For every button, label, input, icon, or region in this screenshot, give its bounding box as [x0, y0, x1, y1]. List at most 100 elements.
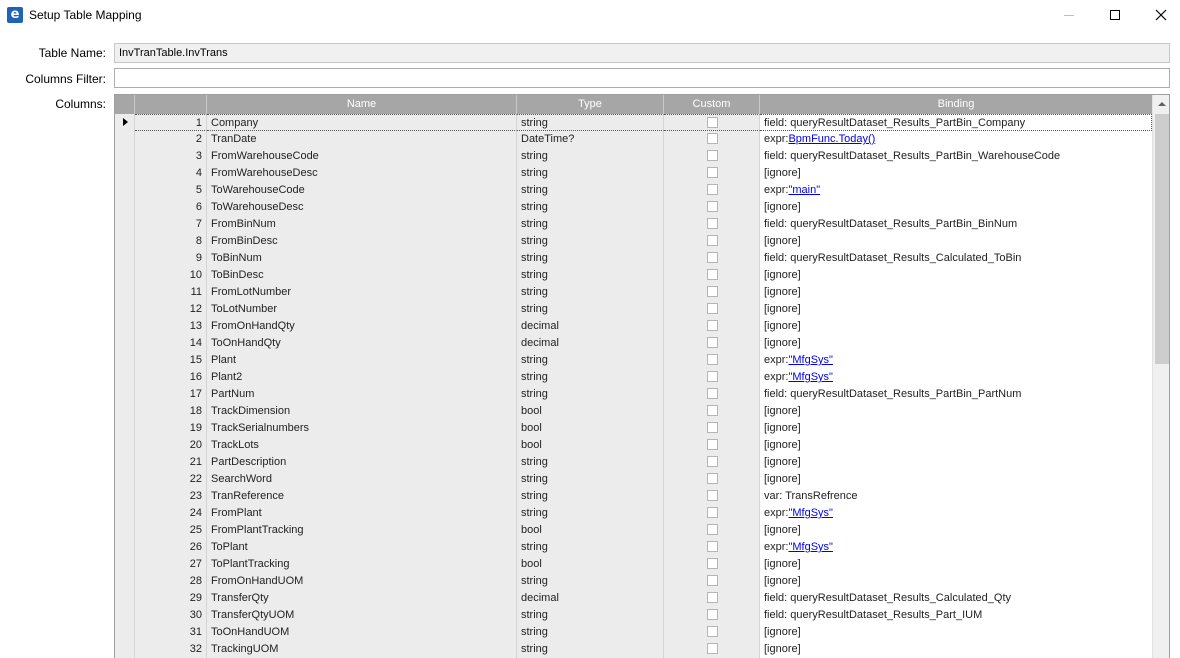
- row-selector[interactable]: [115, 471, 135, 488]
- custom-checkbox[interactable]: [707, 643, 718, 654]
- table-row[interactable]: 24 FromPlant string expr:"MfgSys": [115, 505, 1152, 522]
- binding-cell[interactable]: [ignore]: [760, 267, 1152, 284]
- row-selector[interactable]: [115, 386, 135, 403]
- custom-checkbox[interactable]: [707, 117, 718, 128]
- binding-cell[interactable]: [ignore]: [760, 641, 1152, 658]
- custom-checkbox[interactable]: [707, 320, 718, 331]
- maximize-button[interactable]: [1092, 0, 1138, 30]
- custom-checkbox[interactable]: [707, 371, 718, 382]
- row-selector[interactable]: [115, 539, 135, 556]
- row-selector[interactable]: [115, 556, 135, 573]
- binding-expression-link[interactable]: "MfgSys": [788, 507, 832, 519]
- table-row[interactable]: 20 TrackLots bool [ignore]: [115, 437, 1152, 454]
- custom-checkbox[interactable]: [707, 167, 718, 178]
- binding-cell[interactable]: [ignore]: [760, 403, 1152, 420]
- custom-checkbox[interactable]: [707, 473, 718, 484]
- row-selector[interactable]: [115, 165, 135, 182]
- row-selector[interactable]: [115, 250, 135, 267]
- row-selector[interactable]: [115, 488, 135, 505]
- table-row[interactable]: 11 FromLotNumber string [ignore]: [115, 284, 1152, 301]
- custom-checkbox[interactable]: [707, 575, 718, 586]
- binding-expression-link[interactable]: "MfgSys": [788, 541, 832, 553]
- row-selector[interactable]: [115, 148, 135, 165]
- binding-cell[interactable]: [ignore]: [760, 284, 1152, 301]
- row-selector[interactable]: [115, 454, 135, 471]
- table-row[interactable]: 29 TransferQty decimal field: queryResultDa…: [115, 590, 1152, 607]
- row-selector[interactable]: [115, 437, 135, 454]
- row-selector[interactable]: [115, 335, 135, 352]
- row-selector[interactable]: [115, 267, 135, 284]
- binding-cell[interactable]: var: TransRefrence: [760, 488, 1152, 505]
- table-row[interactable]: 8 FromBinDesc string [ignore]: [115, 233, 1152, 250]
- row-selector[interactable]: [115, 114, 135, 131]
- binding-cell[interactable]: field: queryResultDataset_Results_PartBi…: [760, 386, 1152, 403]
- custom-checkbox[interactable]: [707, 303, 718, 314]
- table-row[interactable]: 1 Company string field: queryResultDataset_…: [115, 114, 1152, 131]
- custom-checkbox[interactable]: [707, 439, 718, 450]
- custom-checkbox[interactable]: [707, 541, 718, 552]
- custom-checkbox[interactable]: [707, 592, 718, 603]
- table-row[interactable]: 28 FromOnHandUOM string [ignore]: [115, 573, 1152, 590]
- row-selector[interactable]: [115, 182, 135, 199]
- binding-cell[interactable]: [ignore]: [760, 556, 1152, 573]
- header-binding[interactable]: Binding: [760, 95, 1152, 114]
- binding-cell[interactable]: [ignore]: [760, 471, 1152, 488]
- custom-checkbox[interactable]: [707, 388, 718, 399]
- binding-expression-link[interactable]: "MfgSys": [788, 371, 832, 383]
- custom-checkbox[interactable]: [707, 524, 718, 535]
- row-selector[interactable]: [115, 624, 135, 641]
- row-selector[interactable]: [115, 352, 135, 369]
- table-row[interactable]: 16 Plant2 string expr:"MfgSys": [115, 369, 1152, 386]
- row-selector[interactable]: [115, 403, 135, 420]
- custom-checkbox[interactable]: [707, 252, 718, 263]
- binding-expression-link[interactable]: "main": [788, 184, 820, 196]
- custom-checkbox[interactable]: [707, 422, 718, 433]
- row-selector[interactable]: [115, 522, 135, 539]
- custom-checkbox[interactable]: [707, 558, 718, 569]
- binding-cell[interactable]: field: queryResultDataset_Results_PartBi…: [760, 216, 1152, 233]
- binding-cell[interactable]: expr:"MfgSys": [760, 539, 1152, 556]
- table-row[interactable]: 7 FromBinNum string field: queryResultDatas…: [115, 216, 1152, 233]
- table-row[interactable]: 2 TranDate DateTime? expr:BpmFunc.Today(): [115, 131, 1152, 148]
- close-button[interactable]: [1138, 0, 1180, 30]
- table-row[interactable]: 26 ToPlant string expr:"MfgSys": [115, 539, 1152, 556]
- row-selector[interactable]: [115, 233, 135, 250]
- binding-cell[interactable]: [ignore]: [760, 522, 1152, 539]
- minimize-button[interactable]: [1046, 0, 1092, 30]
- row-selector[interactable]: [115, 369, 135, 386]
- vertical-scrollbar[interactable]: [1152, 95, 1169, 658]
- table-row[interactable]: 3 FromWarehouseCode string field: queryResu…: [115, 148, 1152, 165]
- custom-checkbox[interactable]: [707, 405, 718, 416]
- custom-checkbox[interactable]: [707, 218, 718, 229]
- binding-cell[interactable]: [ignore]: [760, 199, 1152, 216]
- row-selector[interactable]: [115, 420, 135, 437]
- table-row[interactable]: 18 TrackDimension bool [ignore]: [115, 403, 1152, 420]
- table-row[interactable]: 32 TrackingUOM string [ignore]: [115, 641, 1152, 658]
- custom-checkbox[interactable]: [707, 507, 718, 518]
- binding-expression-link[interactable]: BpmFunc.Today(): [788, 133, 875, 145]
- binding-cell[interactable]: [ignore]: [760, 165, 1152, 182]
- custom-checkbox[interactable]: [707, 490, 718, 501]
- header-custom[interactable]: Custom: [664, 95, 760, 114]
- binding-cell[interactable]: expr:BpmFunc.Today(): [760, 131, 1152, 148]
- binding-cell[interactable]: [ignore]: [760, 437, 1152, 454]
- table-name-field[interactable]: InvTranTable.InvTrans: [114, 43, 1170, 63]
- table-row[interactable]: 4 FromWarehouseDesc string [ignore]: [115, 165, 1152, 182]
- row-selector[interactable]: [115, 199, 135, 216]
- header-type[interactable]: Type: [517, 95, 664, 114]
- row-selector[interactable]: [115, 318, 135, 335]
- table-row[interactable]: 9 ToBinNum string field: queryResultDataset…: [115, 250, 1152, 267]
- table-row[interactable]: 27 ToPlantTracking bool [ignore]: [115, 556, 1152, 573]
- custom-checkbox[interactable]: [707, 626, 718, 637]
- binding-cell[interactable]: [ignore]: [760, 573, 1152, 590]
- table-row[interactable]: 14 ToOnHandQty decimal [ignore]: [115, 335, 1152, 352]
- table-row[interactable]: 23 TranReference string var: TransRefrence: [115, 488, 1152, 505]
- binding-cell[interactable]: [ignore]: [760, 335, 1152, 352]
- table-row[interactable]: 17 PartNum string field: queryResultDataset…: [115, 386, 1152, 403]
- binding-cell[interactable]: field: queryResultDataset_Results_PartBi…: [760, 114, 1152, 131]
- binding-cell[interactable]: field: queryResultDataset_Results_Calcul…: [760, 250, 1152, 267]
- columns-grid[interactable]: Name Type Custom Binding 1 Company string f…: [114, 94, 1170, 658]
- binding-expression-link[interactable]: "MfgSys": [788, 354, 832, 366]
- table-row[interactable]: 31 ToOnHandUOM string [ignore]: [115, 624, 1152, 641]
- custom-checkbox[interactable]: [707, 456, 718, 467]
